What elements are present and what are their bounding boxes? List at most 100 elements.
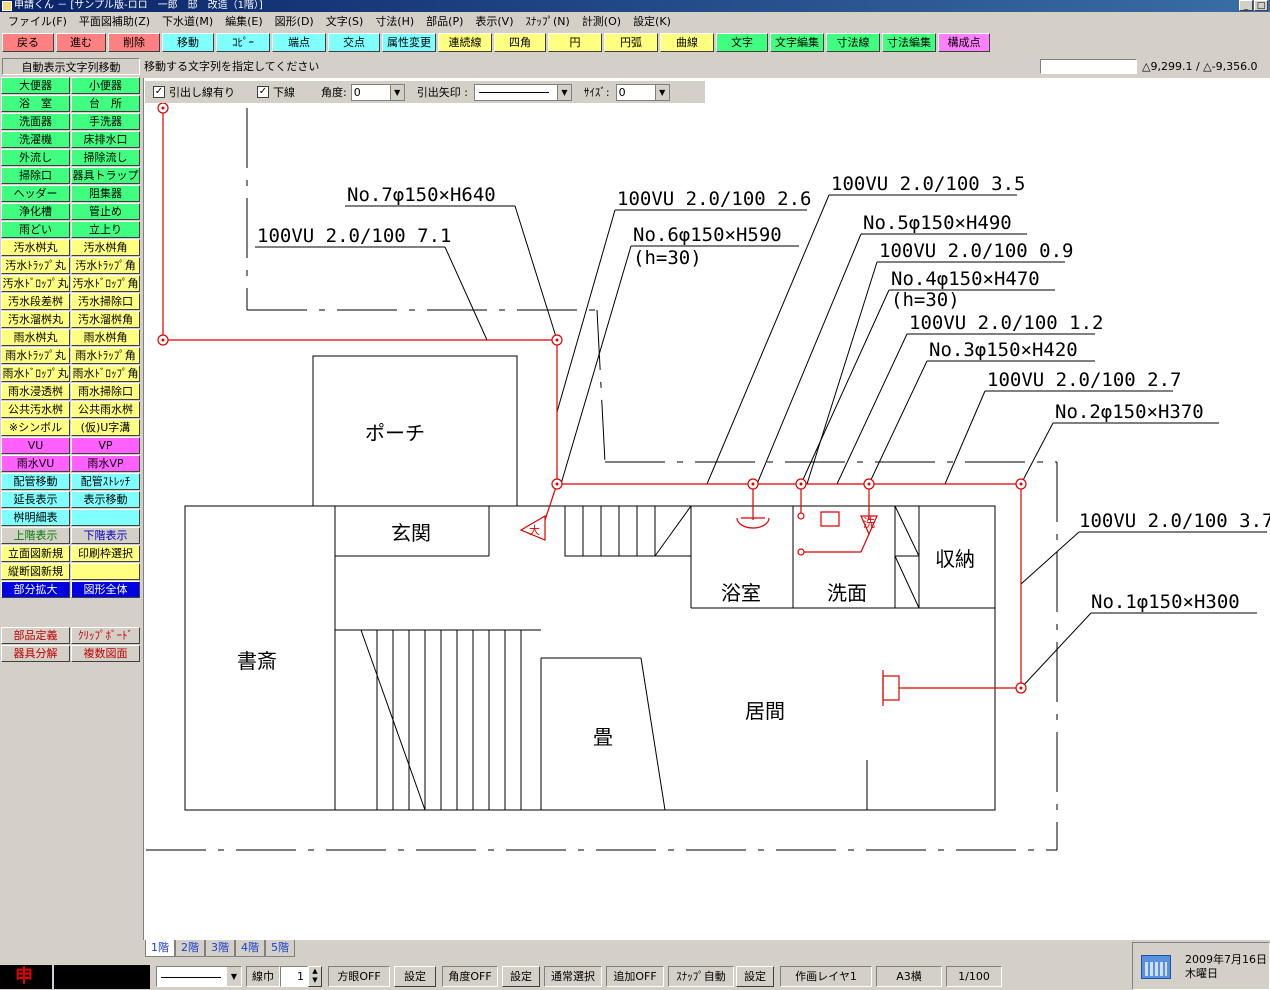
floor-tab-4[interactable]: 4階 [235, 940, 265, 957]
palette-button-24[interactable]: 汚水段差桝 [1, 293, 70, 310]
toolbar-button-12[interactable]: 曲線 [660, 33, 714, 52]
palette-button-17[interactable]: 立上り [71, 221, 140, 238]
menu-item-7[interactable]: 部品(P) [420, 12, 469, 31]
underline-checkbox[interactable]: ✓ [257, 86, 269, 98]
palette-button-25[interactable]: 汚水掃除口 [71, 293, 140, 310]
underline-option[interactable]: ✓ 下線 [257, 84, 295, 100]
palette-button-13[interactable]: 阻集器 [71, 185, 140, 202]
toolbar-button-1[interactable]: 進む [56, 33, 106, 52]
palette-button-28[interactable]: 雨水桝丸 [1, 329, 70, 346]
drawing-canvas[interactable]: ポーチ 玄関 書斎 畳 居間 浴室 洗面 収納 100VU 2.0/100 7.… [143, 78, 1270, 940]
menu-item-11[interactable]: 設定(K) [627, 12, 677, 31]
palette-button-33[interactable]: 雨水ﾄﾞﾛｯﾌﾟ角 [71, 365, 140, 382]
palette-button-23[interactable]: 汚水ﾄﾞﾛｯﾌﾟ角 [71, 275, 140, 292]
palette-button-21[interactable]: 汚水ﾄﾗｯﾌﾟ角 [71, 257, 140, 274]
paper-size[interactable]: A3横 [876, 966, 942, 987]
floor-tab-3[interactable]: 3階 [205, 940, 235, 957]
toolbar-button-15[interactable]: 寸法線 [826, 33, 880, 52]
grid-status[interactable]: 方眼OFF [328, 966, 390, 987]
palette-button-30[interactable]: 雨水ﾄﾗｯﾌﾟ丸 [1, 347, 70, 364]
palette-button-57[interactable]: 図形全体 [71, 581, 140, 598]
toolbar-button-6[interactable]: 交点 [328, 33, 380, 52]
floor-drain[interactable] [797, 512, 805, 520]
arrow-style-select[interactable]: ▼ [473, 83, 572, 101]
palette-button-37[interactable]: 公共雨水桝 [71, 401, 140, 418]
toolbar-button-10[interactable]: 円 [548, 33, 602, 52]
floor-tab-1[interactable]: 1階 [145, 940, 175, 957]
palette-button-29[interactable]: 雨水桝角 [71, 329, 140, 346]
line-type-select[interactable]: ▼ [156, 966, 242, 987]
menu-item-1[interactable]: 平面図補助(Z) [73, 12, 156, 31]
palette-button-39[interactable]: (仮)U字溝 [71, 419, 140, 436]
menu-item-8[interactable]: 表示(V) [469, 12, 519, 31]
palette-button-19[interactable]: 汚水桝角 [71, 239, 140, 256]
toolbar-button-2[interactable]: 削除 [108, 33, 160, 52]
palette-button-0[interactable]: 大便器 [1, 77, 70, 94]
line-width-spinner[interactable]: ▲ ▼ [308, 966, 322, 987]
palette-button-47[interactable]: 表示移動 [71, 491, 140, 508]
menu-item-2[interactable]: 下水道(M) [156, 12, 219, 31]
palette-button-6[interactable]: 洗濯機 [1, 131, 70, 148]
angle-status[interactable]: 角度OFF [442, 966, 498, 987]
palette-button-2[interactable]: 浴 室 [1, 95, 70, 112]
palette-button-1[interactable]: 小便器 [71, 77, 140, 94]
palette-button-53[interactable]: 印刷枠選択 [71, 545, 140, 562]
palette-button-56[interactable]: 部分拡大 [1, 581, 70, 598]
toolbar-button-3[interactable]: 移動 [162, 33, 214, 52]
maximize-icon[interactable]: □ [1254, 0, 1268, 11]
toolbar-button-5[interactable]: 端点 [272, 33, 326, 52]
menu-item-4[interactable]: 図形(D) [269, 12, 320, 31]
snap-status[interactable]: ｽﾅｯﾌﾟ自動 [668, 966, 734, 987]
palette-button-22[interactable]: 汚水ﾄﾞﾛｯﾌﾟ丸 [1, 275, 70, 292]
toolbar-button-16[interactable]: 寸法編集 [882, 33, 936, 52]
line-width-input[interactable]: 1 [280, 966, 308, 987]
palette-button-55[interactable] [71, 563, 140, 580]
size-select[interactable]: 0 ▼ [615, 83, 670, 101]
toolbar-button-13[interactable]: 文字 [716, 33, 768, 52]
floor-tab-5[interactable]: 5階 [265, 940, 295, 957]
toolbar-button-8[interactable]: 連続線 [438, 33, 492, 52]
palette-button-5[interactable]: 手洗器 [71, 113, 140, 130]
palette-button-9[interactable]: 掃除流し [71, 149, 140, 166]
palette-button-15[interactable]: 管止め [71, 203, 140, 220]
palette-button-41[interactable]: VP [71, 437, 140, 454]
menu-item-6[interactable]: 寸法(H) [369, 12, 420, 31]
palette-tool-button-2[interactable]: 器具分解 [1, 645, 70, 662]
palette-button-34[interactable]: 雨水浸透桝 [1, 383, 70, 400]
palette-button-14[interactable]: 浄化槽 [1, 203, 70, 220]
toolbar-button-9[interactable]: 四角 [494, 33, 546, 52]
menu-item-5[interactable]: 文字(S) [320, 12, 370, 31]
angle-select[interactable]: 0 ▼ [350, 83, 405, 101]
chevron-down-icon[interactable]: ▼ [389, 84, 404, 100]
palette-button-38[interactable]: ※シンボル [1, 419, 70, 436]
palette-button-49[interactable] [71, 509, 140, 526]
palette-tool-button-3[interactable]: 複数図面 [71, 645, 140, 662]
menu-item-0[interactable]: ファイル(F) [2, 12, 73, 31]
palette-button-8[interactable]: 外流し [1, 149, 70, 166]
palette-button-43[interactable]: 雨水VP [71, 455, 140, 472]
palette-button-35[interactable]: 雨水掃除口 [71, 383, 140, 400]
minimize-icon[interactable]: _ [1239, 0, 1253, 11]
palette-tool-button-0[interactable]: 部品定義 [1, 627, 70, 644]
menu-item-9[interactable]: ｽﾅｯﾌﾟ(N) [520, 12, 576, 31]
palette-button-51[interactable]: 下階表示 [71, 527, 140, 544]
palette-button-40[interactable]: VU [1, 437, 70, 454]
palette-button-20[interactable]: 汚水ﾄﾗｯﾌﾟ丸 [1, 257, 70, 274]
washer-drain[interactable] [797, 548, 805, 556]
palette-button-7[interactable]: 床排水口 [71, 131, 140, 148]
palette-tool-button-1[interactable]: ｸﾘｯﾌﾟﾎﾞｰﾄﾞ [71, 627, 140, 644]
toolbar-button-0[interactable]: 戻る [2, 33, 54, 52]
menu-item-10[interactable]: 計測(O) [576, 12, 627, 31]
palette-button-16[interactable]: 雨どい [1, 221, 70, 238]
floor-tab-2[interactable]: 2階 [175, 940, 205, 957]
palette-button-48[interactable]: 桝明細表 [1, 509, 70, 526]
palette-button-42[interactable]: 雨水VU [1, 455, 70, 472]
palette-button-27[interactable]: 汚水溜桝角 [71, 311, 140, 328]
palette-button-44[interactable]: 配管移動 [1, 473, 70, 490]
palette-button-10[interactable]: 掃除口 [1, 167, 70, 184]
toolbar-button-4[interactable]: ｺﾋﾟｰ [216, 33, 270, 52]
snap-settings-button[interactable]: 設定 [736, 966, 774, 987]
palette-button-52[interactable]: 立面図新規 [1, 545, 70, 562]
toolbar-button-17[interactable]: 構成点 [938, 33, 990, 52]
palette-button-3[interactable]: 台 所 [71, 95, 140, 112]
